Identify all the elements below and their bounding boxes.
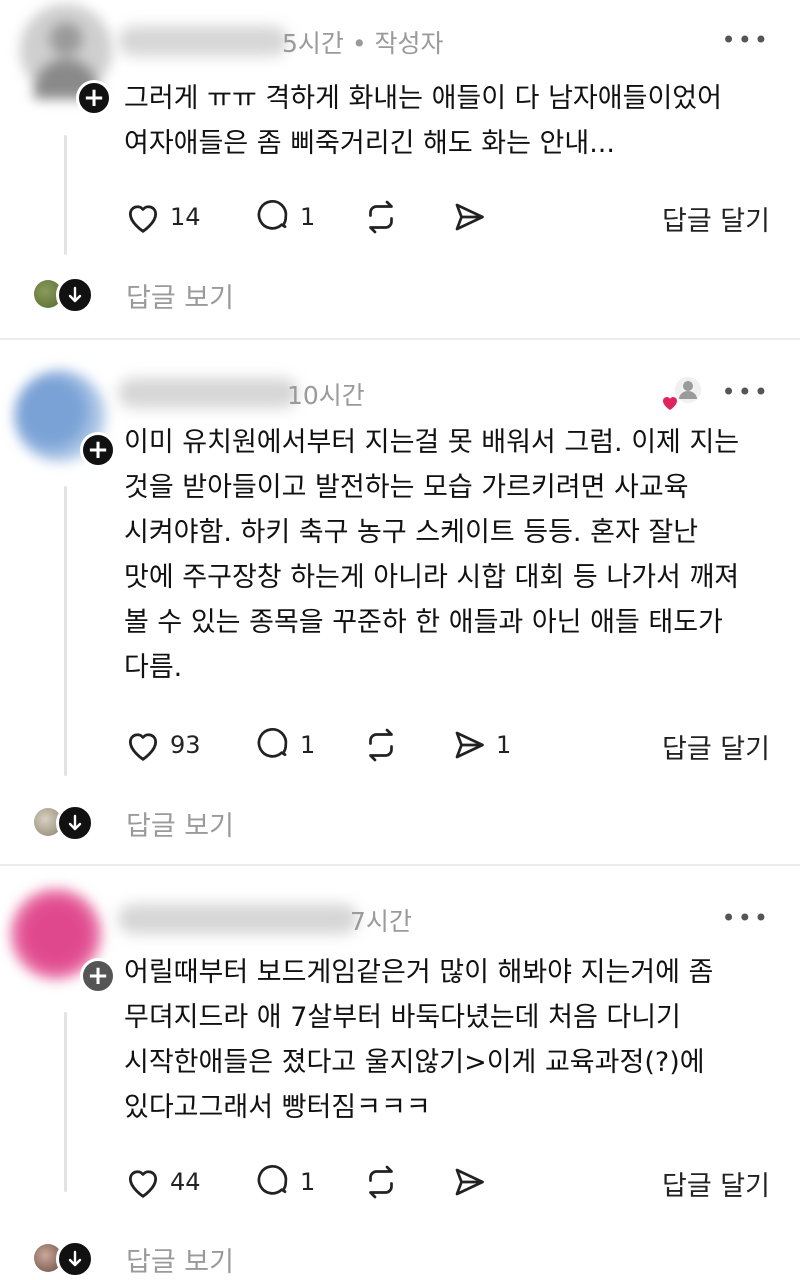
comment-post-1: 5시간 • 작성자 ••• + 그러게 ㅠㅠ 격하게 화내는 애들이 다 남자애…	[0, 0, 800, 340]
post-time: 5시간 • 작성자	[282, 29, 444, 58]
share-button[interactable]	[450, 1160, 488, 1204]
more-options-icon[interactable]: •••	[722, 378, 770, 406]
post-time: 10시간	[287, 381, 365, 410]
action-bar: 14 1 답글 달기	[124, 195, 770, 239]
comment-button[interactable]: 1	[254, 195, 315, 239]
comment-text: 이미 유치원에서부터 지는걸 못 배워서 그럼. 이제 지는 것을 받아들이고 …	[124, 427, 740, 683]
like-count: 14	[170, 203, 201, 231]
reply-button[interactable]: 답글 달기	[662, 199, 770, 238]
heart-icon	[128, 205, 158, 233]
action-bar: 44 1 답글 달기	[124, 1160, 770, 1204]
comment-button[interactable]: 1	[254, 1160, 315, 1204]
more-options-icon[interactable]: •••	[722, 26, 770, 54]
send-icon	[455, 203, 484, 231]
view-replies-row[interactable]: 답글 보기	[0, 804, 800, 844]
follow-plus-icon[interactable]: +	[80, 432, 116, 468]
follow-plus-icon[interactable]: +	[80, 958, 116, 994]
comment-button[interactable]: 1	[254, 723, 315, 767]
comment-text: 어릴때부터 보드게임같은거 많이 해봐야 지는거에 좀 무뎌지드라 애 7살부터…	[124, 957, 714, 1123]
heart-icon	[128, 733, 158, 761]
comment-icon	[257, 728, 288, 758]
thread-line	[64, 1012, 67, 1192]
repost-button[interactable]	[362, 1160, 400, 1204]
action-bar: 93 1 1 답글 달기	[124, 723, 770, 767]
reply-button[interactable]: 답글 달기	[662, 1164, 770, 1203]
share-button[interactable]	[450, 195, 488, 239]
like-button[interactable]: 14	[124, 195, 201, 239]
thread-line	[64, 486, 67, 776]
view-replies-row[interactable]: 답글 보기	[0, 1240, 800, 1280]
comment-count: 1	[300, 731, 316, 759]
arrow-down-icon[interactable]	[56, 804, 94, 842]
repost-button[interactable]	[362, 195, 400, 239]
comment-count: 1	[300, 203, 316, 231]
comment-icon	[257, 1165, 288, 1195]
view-replies-label[interactable]: 답글 보기	[126, 804, 234, 843]
share-button[interactable]: 1	[450, 723, 511, 767]
repost-button[interactable]	[362, 723, 400, 767]
more-options-icon[interactable]: •••	[722, 904, 770, 932]
view-replies-label[interactable]: 답글 보기	[126, 276, 234, 315]
comment-icon	[257, 200, 288, 230]
heart-icon	[128, 1170, 158, 1198]
arrow-down-icon[interactable]	[56, 276, 94, 314]
thread-line	[64, 135, 67, 255]
like-button[interactable]: 93	[124, 723, 201, 767]
repost-icon	[369, 728, 393, 762]
send-icon	[455, 731, 484, 759]
username-blurred[interactable]	[118, 904, 358, 934]
username-blurred[interactable]	[118, 26, 288, 56]
view-replies-row[interactable]: 답글 보기	[0, 276, 800, 316]
like-button[interactable]: 44	[124, 1160, 201, 1204]
comment-count: 1	[300, 1168, 316, 1196]
follow-plus-icon[interactable]: +	[76, 80, 112, 116]
view-replies-label[interactable]: 답글 보기	[126, 1240, 234, 1279]
send-icon	[455, 1168, 484, 1196]
liked-by-author-icon	[660, 374, 701, 414]
username-blurred[interactable]	[118, 378, 298, 408]
comment-post-2: 10시간 ••• + 이미 유치원에서부터 지는걸 못 배워서 그럼. 이제 지…	[0, 340, 800, 865]
comment-post-3: 7시간 ••• + 어릴때부터 보드게임같은거 많이 해봐야 지는거에 좀 무뎌…	[0, 866, 800, 1278]
comment-text: 그러게 ㅠㅠ 격하게 화내는 애들이 다 남자애들이었어 여자애들은 좀 삐죽거…	[124, 83, 722, 159]
post-time: 7시간	[350, 907, 412, 936]
like-count: 93	[170, 731, 201, 759]
like-count: 44	[170, 1168, 201, 1196]
reply-button[interactable]: 답글 달기	[662, 727, 770, 766]
share-count: 1	[496, 731, 512, 759]
repost-icon	[369, 1165, 393, 1199]
arrow-down-icon[interactable]	[56, 1240, 94, 1278]
repost-icon	[369, 200, 393, 234]
